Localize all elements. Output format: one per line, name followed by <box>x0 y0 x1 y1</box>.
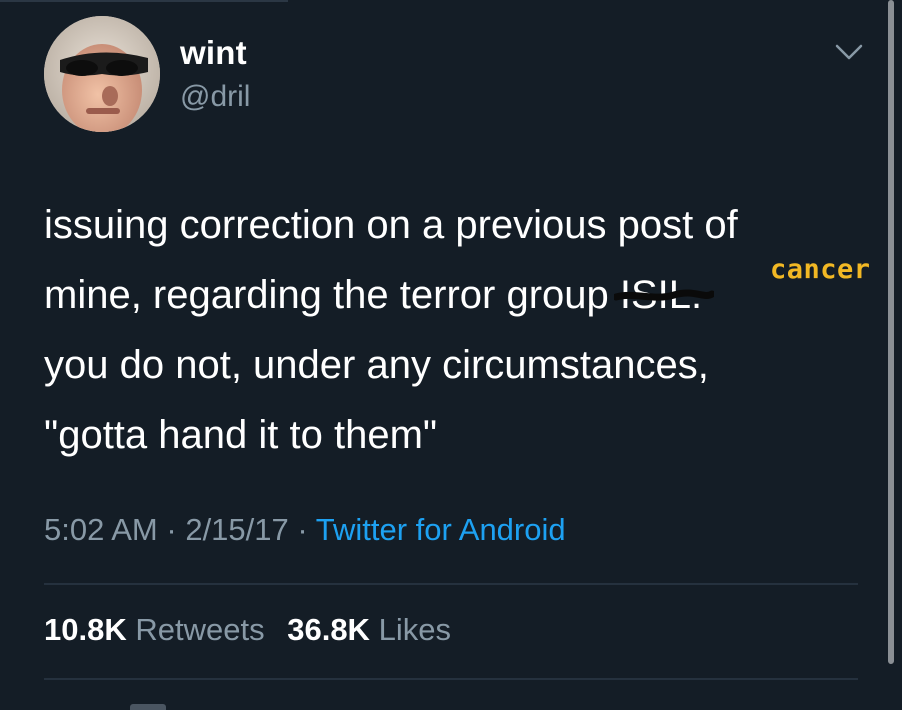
marker-strike-scribble <box>613 289 714 301</box>
tweet-text-segment: mine, regarding the terror group <box>44 273 609 317</box>
retweets-label: Retweets <box>135 612 265 647</box>
tweet-text: issuing correction on a previous post of… <box>44 190 874 470</box>
user-handle[interactable]: @dril <box>180 80 250 114</box>
tweet-text-line: mine, regarding the terror group ISIL. <box>44 260 874 330</box>
meta-separator: · <box>166 512 177 547</box>
tweet-time[interactable]: 5:02 AM <box>44 512 158 547</box>
display-name[interactable]: wint <box>180 34 247 72</box>
tweet-stats: 10.8K Retweets 36.8K Likes <box>44 612 465 648</box>
tweet-source-link[interactable]: Twitter for Android <box>316 512 566 547</box>
tweet-text-line: issuing correction on a previous post of <box>44 203 738 247</box>
struck-out-word: ISIL. <box>613 260 714 330</box>
retweets-stat[interactable]: 10.8K Retweets <box>44 612 265 647</box>
avatar-photo <box>44 16 160 132</box>
likes-label: Likes <box>378 612 451 647</box>
likes-count: 36.8K <box>287 612 370 647</box>
tweet-card: wint @dril issuing correction on a previ… <box>0 0 902 710</box>
chevron-down-icon[interactable] <box>834 42 864 62</box>
avatar[interactable] <box>44 16 160 132</box>
divider <box>44 583 858 585</box>
meta-separator: · <box>297 512 308 547</box>
scrollbar[interactable] <box>888 0 894 664</box>
likes-stat[interactable]: 36.8K Likes <box>287 612 451 647</box>
tweet-text-line: "gotta hand it to them" <box>44 413 438 457</box>
retweets-count: 10.8K <box>44 612 127 647</box>
divider <box>44 678 858 680</box>
tweet-text-line: you do not, under any circumstances, <box>44 343 709 387</box>
tweet-metadata: 5:02 AM · 2/15/17 · Twitter for Android <box>44 512 566 548</box>
tweet-date[interactable]: 2/15/17 <box>185 512 288 547</box>
handwritten-edit: cancer <box>770 254 871 285</box>
top-divider <box>0 0 288 2</box>
action-bar-hint <box>130 704 166 710</box>
